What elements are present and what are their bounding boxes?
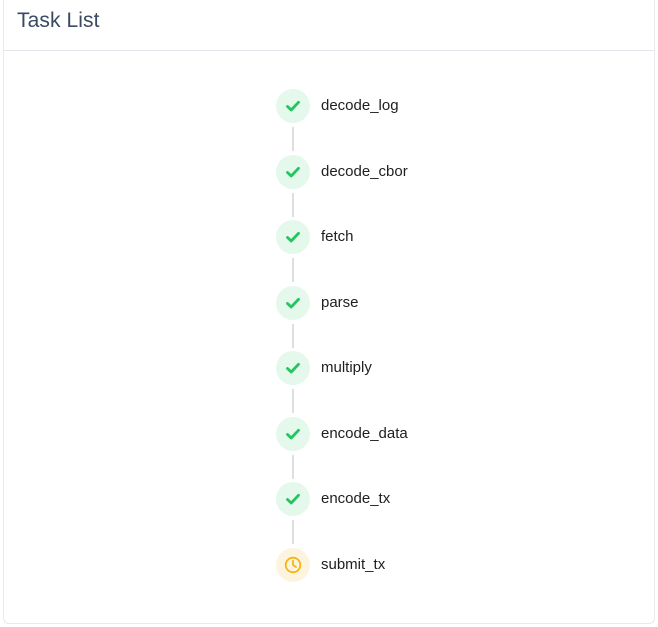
timeline-connector <box>292 455 294 479</box>
check-icon <box>286 231 300 243</box>
check-icon <box>286 297 300 309</box>
task-label: multiply <box>321 359 372 376</box>
task-item: parse <box>276 286 576 320</box>
timeline-connector <box>292 127 294 151</box>
timeline-connector <box>292 324 294 348</box>
page-title: Task List <box>17 9 100 32</box>
task-status-complete <box>276 89 310 123</box>
timeline-connector <box>292 389 294 413</box>
task-status-complete <box>276 220 310 254</box>
task-item: decode_log <box>276 89 576 123</box>
check-icon <box>286 428 300 440</box>
task-item: multiply <box>276 351 576 385</box>
card-header: Task List <box>4 0 654 51</box>
task-label: submit_tx <box>321 556 386 573</box>
task-list-card: Task List decode_log decode_cborfetch pars… <box>3 0 655 624</box>
timeline-connector <box>292 258 294 282</box>
task-item: fetch <box>276 220 576 254</box>
task-item: submit_tx <box>276 548 576 582</box>
check-icon <box>286 493 300 505</box>
task-label: decode_cbor <box>321 163 408 180</box>
task-status-complete <box>276 286 310 320</box>
task-label: fetch <box>321 228 354 245</box>
task-item: encode_data <box>276 417 576 451</box>
timeline-connector <box>292 520 294 544</box>
task-item: decode_cbor <box>276 155 576 189</box>
task-status-complete <box>276 417 310 451</box>
task-item: encode_tx <box>276 482 576 516</box>
timeline-connector <box>292 193 294 217</box>
task-label: encode_data <box>321 425 408 442</box>
check-icon <box>286 362 300 374</box>
task-status-complete <box>276 351 310 385</box>
task-status-complete <box>276 482 310 516</box>
task-label: decode_log <box>321 97 399 114</box>
task-status-pending <box>276 548 310 582</box>
task-label: encode_tx <box>321 490 391 507</box>
task-label: parse <box>321 294 359 311</box>
clock-icon <box>284 556 302 574</box>
check-icon <box>286 100 300 112</box>
task-status-complete <box>276 155 310 189</box>
check-icon <box>286 166 300 178</box>
